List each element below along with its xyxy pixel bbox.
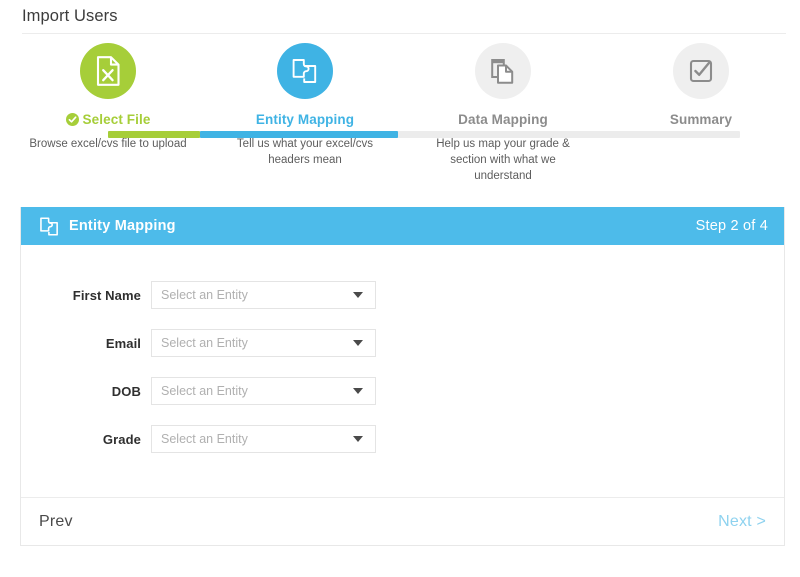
select-dob[interactable]: Select an Entity (151, 377, 376, 405)
select-first-name[interactable]: Select an Entity (151, 281, 376, 309)
step-desc-data-mapping: Help us map your grade & section with wh… (413, 136, 593, 185)
field-label-first-name: First Name (31, 288, 151, 303)
page-title: Import Users (22, 7, 118, 26)
excel-file-icon (94, 56, 122, 86)
panel-step-counter: Step 2 of 4 (696, 218, 768, 234)
field-label-grade: Grade (31, 432, 151, 447)
stepper-step-entity-mapping[interactable]: Entity Mapping Tell us what your excel/c… (215, 43, 395, 168)
stepper-step-select-file[interactable]: Select File Browse excel/cvs file to upl… (18, 43, 198, 152)
step-label-summary: Summary (611, 113, 791, 127)
chevron-down-icon (353, 436, 363, 442)
panel-footer: Prev Next > (21, 497, 784, 545)
panel-title: Entity Mapping (69, 218, 176, 234)
panel-header: Entity Mapping Step 2 of 4 (21, 207, 784, 245)
next-button[interactable]: Next > (718, 513, 766, 531)
step-label-select-file: Select File (18, 113, 198, 127)
select-email-value: Select an Entity (161, 336, 353, 350)
form-row-first-name: First Name Select an Entity (21, 281, 784, 309)
checkbox-icon (688, 58, 714, 84)
stepper-step-data-mapping[interactable]: Data Mapping Help us map your grade & se… (413, 43, 593, 184)
entity-mapping-icon (39, 216, 60, 237)
chevron-down-icon (353, 340, 363, 346)
chevron-down-icon (353, 292, 363, 298)
step-circle-summary (673, 43, 729, 99)
entity-mapping-icon (291, 57, 319, 85)
form-row-email: Email Select an Entity (21, 329, 784, 357)
select-grade-value: Select an Entity (161, 432, 353, 446)
step-desc-entity-mapping: Tell us what your excel/cvs headers mean (215, 136, 395, 169)
step-label-text: Entity Mapping (256, 113, 354, 127)
step-circle-data-mapping (475, 43, 531, 99)
chevron-down-icon (353, 388, 363, 394)
step-desc-select-file: Browse excel/cvs file to upload (18, 136, 198, 152)
check-circle-icon (66, 113, 79, 126)
data-mapping-icon (490, 58, 516, 85)
stepper-step-summary[interactable]: Summary (611, 43, 791, 136)
select-dob-value: Select an Entity (161, 384, 353, 398)
step-label-entity-mapping: Entity Mapping (215, 113, 395, 127)
step-label-text: Select File (83, 113, 151, 127)
field-label-dob: DOB (31, 384, 151, 399)
form-row-grade: Grade Select an Entity (21, 425, 784, 453)
step-circle-entity-mapping (277, 43, 333, 99)
select-grade[interactable]: Select an Entity (151, 425, 376, 453)
step-label-data-mapping: Data Mapping (413, 113, 593, 127)
page-header: Import Users (0, 0, 800, 33)
field-label-email: Email (31, 336, 151, 351)
step-label-text: Summary (670, 113, 732, 127)
form-row-dob: DOB Select an Entity (21, 377, 784, 405)
entity-mapping-form: First Name Select an Entity Email Select… (21, 245, 784, 497)
step-label-text: Data Mapping (458, 113, 548, 127)
select-first-name-value: Select an Entity (161, 288, 353, 302)
step-circle-select-file (80, 43, 136, 99)
prev-button[interactable]: Prev (39, 513, 73, 531)
panel-header-left: Entity Mapping (39, 216, 696, 237)
import-stepper: Select File Browse excel/cvs file to upl… (0, 43, 800, 195)
select-email[interactable]: Select an Entity (151, 329, 376, 357)
entity-mapping-panel: Entity Mapping Step 2 of 4 First Name Se… (20, 207, 785, 546)
header-divider (22, 33, 786, 34)
